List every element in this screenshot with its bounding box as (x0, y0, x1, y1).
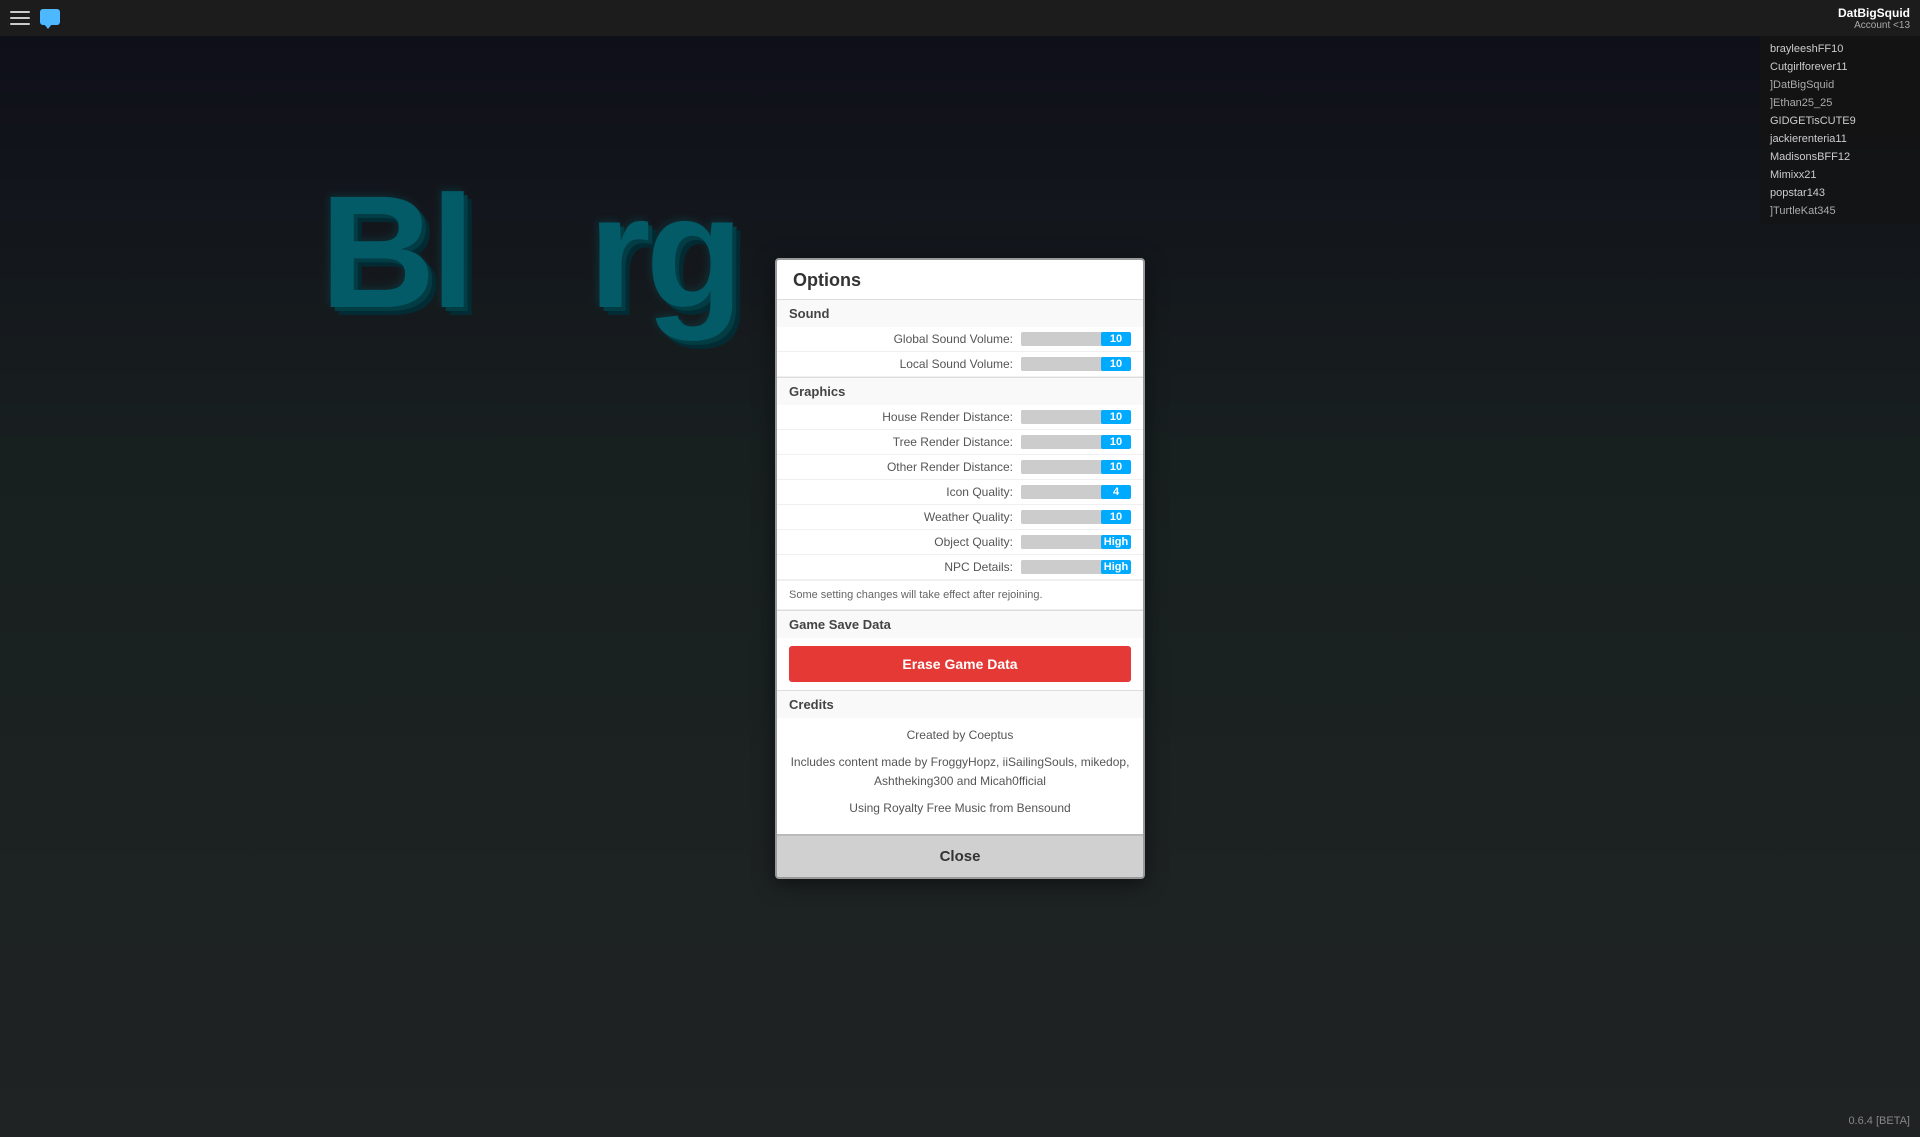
credits-section-header: Credits (777, 690, 1143, 718)
game-save-section-header: Game Save Data (777, 610, 1143, 638)
npc-details-control[interactable]: High (1021, 560, 1131, 574)
house-render-row: House Render Distance: 10 (777, 405, 1143, 430)
icon-quality-row: Icon Quality: 4 (777, 480, 1143, 505)
tree-render-slider[interactable]: 10 (1021, 435, 1131, 449)
house-render-value: 10 (1101, 410, 1131, 424)
house-render-label: House Render Distance: (789, 410, 1013, 424)
object-quality-row: Object Quality: High (777, 530, 1143, 555)
erase-game-data-button[interactable]: Erase Game Data (789, 646, 1131, 682)
npc-details-value: High (1101, 560, 1131, 574)
options-modal: Options Sound Global Sound Volume: 10 Lo… (775, 258, 1145, 880)
icon-quality-value: 4 (1101, 485, 1131, 499)
settings-notice: Some setting changes will take effect af… (777, 580, 1143, 610)
weather-quality-label: Weather Quality: (789, 510, 1013, 524)
other-render-label: Other Render Distance: (789, 460, 1013, 474)
weather-quality-value: 10 (1101, 510, 1131, 524)
close-button[interactable]: Close (777, 836, 1143, 877)
weather-quality-row: Weather Quality: 10 (777, 505, 1143, 530)
other-render-value: 10 (1101, 460, 1131, 474)
global-sound-value: 10 (1101, 332, 1131, 346)
modal-content[interactable]: Sound Global Sound Volume: 10 Local Soun… (777, 300, 1143, 835)
tree-render-row: Tree Render Distance: 10 (777, 430, 1143, 455)
sound-section-header: Sound (777, 300, 1143, 327)
local-sound-label: Local Sound Volume: (789, 357, 1013, 371)
graphics-section-header: Graphics (777, 377, 1143, 405)
global-sound-row: Global Sound Volume: 10 (777, 327, 1143, 352)
npc-details-label: NPC Details: (789, 560, 1013, 574)
icon-quality-label: Icon Quality: (789, 485, 1013, 499)
other-render-slider[interactable]: 10 (1021, 460, 1131, 474)
global-sound-label: Global Sound Volume: (789, 332, 1013, 346)
modal-overlay: Options Sound Global Sound Volume: 10 Lo… (0, 0, 1920, 1137)
object-quality-control[interactable]: High (1021, 535, 1131, 549)
credits-line-1: Created by Coeptus (789, 726, 1131, 745)
object-quality-label: Object Quality: (789, 535, 1013, 549)
weather-quality-slider[interactable]: 10 (1021, 510, 1131, 524)
local-sound-row: Local Sound Volume: 10 (777, 352, 1143, 377)
credits-section: Created by Coeptus Includes content made… (777, 718, 1143, 835)
credits-line-3: Using Royalty Free Music from Bensound (789, 799, 1131, 818)
icon-quality-slider[interactable]: 4 (1021, 485, 1131, 499)
modal-footer: Close (777, 834, 1143, 877)
local-sound-value: 10 (1101, 357, 1131, 371)
tree-render-label: Tree Render Distance: (789, 435, 1013, 449)
tree-render-value: 10 (1101, 435, 1131, 449)
object-quality-value: High (1101, 535, 1131, 549)
modal-title: Options (777, 260, 1143, 300)
global-sound-slider[interactable]: 10 (1021, 332, 1131, 346)
npc-details-row: NPC Details: High (777, 555, 1143, 580)
game-save-section: Erase Game Data (777, 638, 1143, 690)
house-render-slider[interactable]: 10 (1021, 410, 1131, 424)
local-sound-slider[interactable]: 10 (1021, 357, 1131, 371)
other-render-row: Other Render Distance: 10 (777, 455, 1143, 480)
credits-line-2: Includes content made by FroggyHopz, iiS… (789, 753, 1131, 791)
